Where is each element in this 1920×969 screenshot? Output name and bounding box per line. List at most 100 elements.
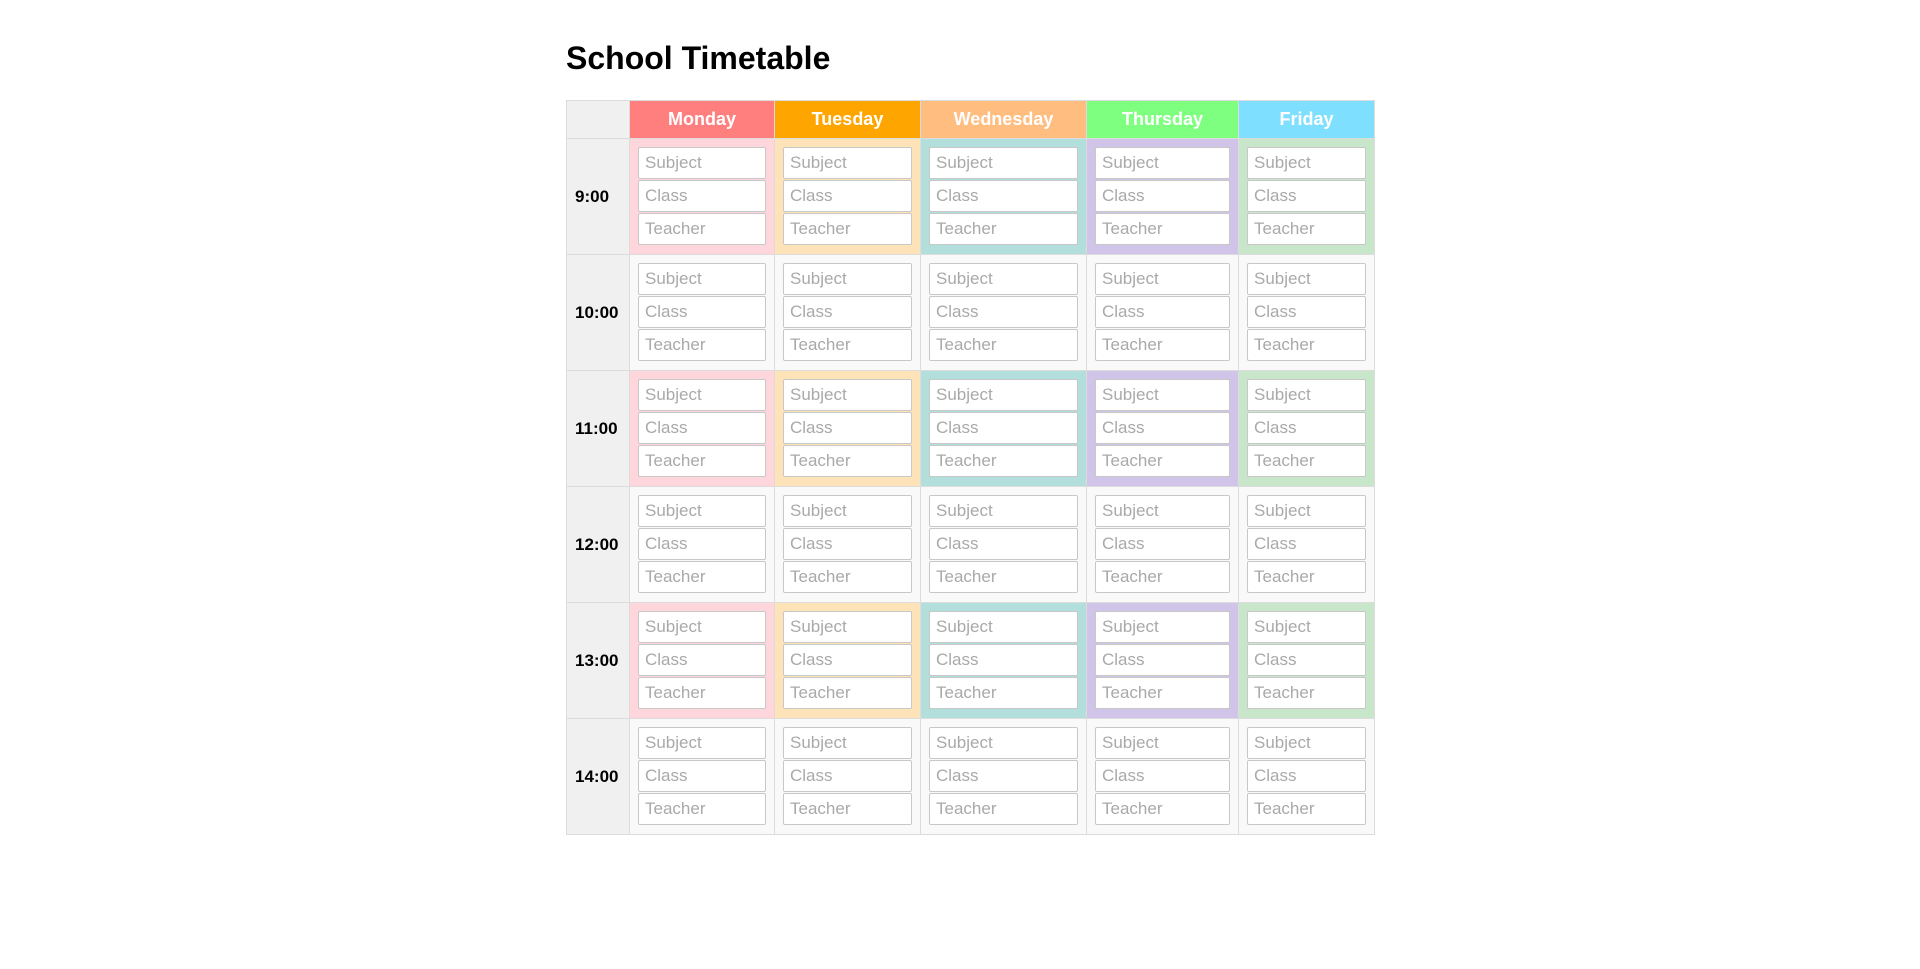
subject-input[interactable] — [929, 727, 1078, 759]
teacher-input[interactable] — [783, 445, 912, 477]
subject-input[interactable] — [1095, 379, 1230, 411]
subject-input[interactable] — [1095, 147, 1230, 179]
class-input[interactable] — [1247, 760, 1366, 792]
subject-input[interactable] — [783, 495, 912, 527]
teacher-input[interactable] — [1095, 213, 1230, 245]
subject-input[interactable] — [638, 495, 766, 527]
teacher-input[interactable] — [638, 793, 766, 825]
class-input[interactable] — [1247, 180, 1366, 212]
subject-input[interactable] — [1247, 379, 1366, 411]
class-input[interactable] — [638, 180, 766, 212]
teacher-input[interactable] — [1247, 677, 1366, 709]
teacher-input[interactable] — [638, 329, 766, 361]
class-input[interactable] — [1095, 180, 1230, 212]
class-input[interactable] — [1095, 296, 1230, 328]
class-input[interactable] — [783, 296, 912, 328]
teacher-input[interactable] — [638, 677, 766, 709]
teacher-input[interactable] — [783, 677, 912, 709]
subject-input[interactable] — [929, 495, 1078, 527]
class-input[interactable] — [929, 644, 1078, 676]
class-input[interactable] — [1247, 528, 1366, 560]
teacher-input[interactable] — [1247, 445, 1366, 477]
teacher-input[interactable] — [1247, 329, 1366, 361]
class-input[interactable] — [1095, 644, 1230, 676]
subject-input[interactable] — [638, 147, 766, 179]
teacher-input[interactable] — [1095, 561, 1230, 593]
subject-input[interactable] — [1247, 263, 1366, 295]
class-input[interactable] — [1095, 760, 1230, 792]
teacher-input[interactable] — [1095, 445, 1230, 477]
subject-input[interactable] — [1247, 727, 1366, 759]
subject-input[interactable] — [783, 379, 912, 411]
time-label: 11:00 — [566, 370, 630, 487]
teacher-input[interactable] — [1247, 793, 1366, 825]
subject-input[interactable] — [1095, 611, 1230, 643]
teacher-input[interactable] — [1095, 793, 1230, 825]
class-input[interactable] — [1095, 412, 1230, 444]
subject-input[interactable] — [1247, 611, 1366, 643]
teacher-input[interactable] — [783, 213, 912, 245]
subject-input[interactable] — [1095, 495, 1230, 527]
subject-input[interactable] — [783, 263, 912, 295]
class-input[interactable] — [783, 528, 912, 560]
subject-input[interactable] — [638, 727, 766, 759]
teacher-input[interactable] — [783, 329, 912, 361]
slot-wednesday — [920, 254, 1087, 371]
slot-friday — [1238, 254, 1375, 371]
subject-input[interactable] — [783, 727, 912, 759]
teacher-input[interactable] — [638, 213, 766, 245]
class-input[interactable] — [638, 296, 766, 328]
teacher-input[interactable] — [783, 561, 912, 593]
class-input[interactable] — [638, 412, 766, 444]
teacher-input[interactable] — [929, 793, 1078, 825]
teacher-input[interactable] — [929, 561, 1078, 593]
subject-input[interactable] — [1095, 727, 1230, 759]
subject-input[interactable] — [929, 611, 1078, 643]
slot-wednesday — [920, 602, 1087, 719]
class-input[interactable] — [783, 412, 912, 444]
class-input[interactable] — [1247, 644, 1366, 676]
class-input[interactable] — [1095, 528, 1230, 560]
subject-input[interactable] — [638, 611, 766, 643]
class-input[interactable] — [929, 760, 1078, 792]
subject-input[interactable] — [1095, 263, 1230, 295]
teacher-input[interactable] — [638, 561, 766, 593]
subject-input[interactable] — [929, 147, 1078, 179]
class-input[interactable] — [638, 644, 766, 676]
subject-input[interactable] — [1247, 147, 1366, 179]
timetable-grid: Monday Tuesday Wednesday Thursday Friday 9:0… — [566, 100, 1375, 835]
class-input[interactable] — [783, 760, 912, 792]
class-input[interactable] — [1247, 296, 1366, 328]
teacher-input[interactable] — [1247, 561, 1366, 593]
slot-tuesday — [774, 486, 921, 603]
teacher-input[interactable] — [1095, 677, 1230, 709]
page-title: School Timetable — [566, 40, 831, 76]
subject-input[interactable] — [638, 379, 766, 411]
time-row: 12:00 — [566, 486, 1375, 603]
teacher-input[interactable] — [1095, 329, 1230, 361]
subject-input[interactable] — [929, 379, 1078, 411]
teacher-input[interactable] — [1247, 213, 1366, 245]
class-input[interactable] — [929, 412, 1078, 444]
class-input[interactable] — [638, 760, 766, 792]
teacher-input[interactable] — [638, 445, 766, 477]
subject-input[interactable] — [783, 611, 912, 643]
teacher-input[interactable] — [929, 677, 1078, 709]
class-input[interactable] — [929, 528, 1078, 560]
subject-input[interactable] — [783, 147, 912, 179]
time-label: 10:00 — [566, 254, 630, 371]
slot-monday — [629, 254, 775, 371]
class-input[interactable] — [638, 528, 766, 560]
class-input[interactable] — [1247, 412, 1366, 444]
teacher-input[interactable] — [929, 329, 1078, 361]
teacher-input[interactable] — [783, 793, 912, 825]
class-input[interactable] — [783, 644, 912, 676]
teacher-input[interactable] — [929, 445, 1078, 477]
teacher-input[interactable] — [929, 213, 1078, 245]
subject-input[interactable] — [929, 263, 1078, 295]
class-input[interactable] — [783, 180, 912, 212]
subject-input[interactable] — [638, 263, 766, 295]
subject-input[interactable] — [1247, 495, 1366, 527]
class-input[interactable] — [929, 180, 1078, 212]
class-input[interactable] — [929, 296, 1078, 328]
